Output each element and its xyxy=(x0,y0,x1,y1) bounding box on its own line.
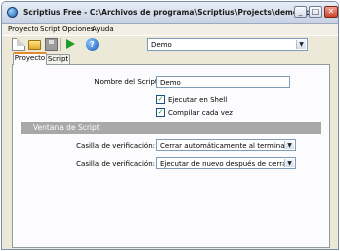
check1-label: Casilla de verificación: xyxy=(76,142,155,150)
run-in-shell-label: Ejecutar en Shell xyxy=(168,96,228,104)
check1-select[interactable]: Cerrar automáticamente al terminar ▼ xyxy=(156,139,296,151)
new-file-icon[interactable] xyxy=(12,38,25,51)
tab-proyecto[interactable]: Proyecto xyxy=(13,52,47,65)
open-folder-icon[interactable] xyxy=(28,40,41,50)
check2-label: Casilla de verificación: xyxy=(76,160,155,168)
menu-opciones[interactable]: Opciones xyxy=(62,25,94,33)
chevron-down-icon[interactable]: ▼ xyxy=(284,159,294,167)
check2-select-value: Ejecutar de nuevo después de cerrar xyxy=(160,160,290,168)
toolbar: ? Demo ▼ xyxy=(2,35,338,52)
menu-ayuda[interactable]: Ayuda xyxy=(92,25,114,33)
script-name-input[interactable]: Demo xyxy=(156,76,290,88)
section-title: Ventana de Script xyxy=(33,123,100,132)
app-window: Scriptius Free - C:\Archivos de programa… xyxy=(1,1,339,250)
tab-strip: Proyecto Script xyxy=(2,52,338,65)
help-icon[interactable]: ? xyxy=(86,38,99,51)
chevron-down-icon[interactable]: ▼ xyxy=(284,141,294,149)
save-icon[interactable] xyxy=(45,38,58,51)
compile-each-time-label: Compilar cada vez xyxy=(168,109,233,117)
compile-each-time-checkbox[interactable]: ✓ xyxy=(156,108,165,117)
script-name-value: Demo xyxy=(160,79,181,87)
run-icon[interactable] xyxy=(66,39,75,49)
window-title: Scriptius Free - C:\Archivos de programa… xyxy=(23,8,311,17)
proyecto-panel: Nombre del Script: Demo ✓ Ejecutar en Sh… xyxy=(12,64,330,248)
minimize-button[interactable]: _ xyxy=(294,6,307,18)
script-name-label: Nombre del Script: xyxy=(94,78,160,86)
chevron-down-icon[interactable]: ▼ xyxy=(296,40,306,49)
menu-proyecto[interactable]: Proyecto xyxy=(8,25,38,33)
menu-bar: Proyecto Script Opciones Ayuda xyxy=(2,24,338,35)
app-icon xyxy=(7,7,18,18)
run-in-shell-checkbox[interactable]: ✓ xyxy=(156,95,165,104)
title-bar[interactable]: Scriptius Free - C:\Archivos de programa… xyxy=(2,2,338,24)
tab-script[interactable]: Script xyxy=(46,54,70,64)
toolbar-separator xyxy=(60,38,61,51)
menu-script[interactable]: Script xyxy=(40,25,60,33)
maximize-button[interactable]: □ xyxy=(309,6,322,18)
script-select[interactable]: Demo ▼ xyxy=(147,38,308,51)
check2-select[interactable]: Ejecutar de nuevo después de cerrar ▼ xyxy=(156,157,296,169)
script-select-value: Demo xyxy=(151,41,172,49)
close-button[interactable]: ✕ xyxy=(324,6,338,18)
check1-select-value: Cerrar automáticamente al terminar xyxy=(160,142,288,150)
section-header: Ventana de Script xyxy=(21,122,321,134)
